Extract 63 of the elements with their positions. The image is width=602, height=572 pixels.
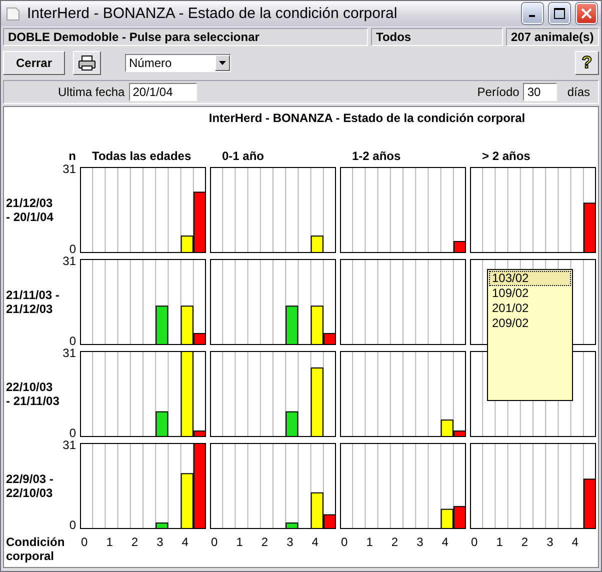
period-label: 22/9/03 - 22/10/03 xyxy=(6,472,54,500)
axis-tick-label: 3 xyxy=(416,535,424,549)
report-title: InterHerd - BONANZA - Estado de la condición corporal xyxy=(208,111,526,125)
caret-icon xyxy=(219,61,226,65)
period-label: 21/12/03 - 20/1/04 xyxy=(6,196,54,224)
close-button[interactable]: Cerrar xyxy=(3,51,65,75)
sort-dropdown[interactable]: Número xyxy=(125,54,231,72)
list-item[interactable]: 109/02 xyxy=(489,286,571,301)
axis-tick-label: 0 xyxy=(69,519,76,531)
period-label: 21/11/03 - 21/12/03 xyxy=(6,288,60,316)
close-button[interactable] xyxy=(576,3,597,24)
axis-tick-label: 1 xyxy=(495,535,504,549)
field-label: Ultima fecha xyxy=(58,85,125,99)
axis-tick-label: 1 xyxy=(235,535,244,549)
period-label: 22/10/03 - 21/11/03 xyxy=(6,380,60,408)
list-item[interactable]: 209/02 xyxy=(489,316,571,331)
status-panel: Todos xyxy=(371,28,503,46)
status-panel: 207 animale(s) xyxy=(506,28,599,46)
axis-tick-label: 31 xyxy=(62,255,76,267)
close-icon xyxy=(581,8,592,19)
period-field[interactable]: 30 xyxy=(523,83,558,101)
axis-tick-label: 3 xyxy=(286,535,294,549)
axis-tick-label: 0 xyxy=(69,335,76,347)
axis-tick-label: 3 xyxy=(156,535,164,549)
axis-tick-label: 3 xyxy=(546,535,554,549)
axis-tick-label: 2 xyxy=(390,535,400,549)
maximize-button[interactable] xyxy=(549,3,570,24)
axis-tick-label: 4 xyxy=(180,535,190,549)
axis-tick-label: 2 xyxy=(520,535,530,549)
field-label: Período xyxy=(477,85,520,99)
list-item[interactable]: 103/02 xyxy=(489,271,571,286)
axis-tick-label: 31 xyxy=(62,439,76,451)
axis-tick-label: 0 xyxy=(69,243,76,255)
document-icon xyxy=(5,6,21,22)
axis-tick-label: 31 xyxy=(62,163,76,175)
date-field[interactable]: 20/1/04 xyxy=(128,83,197,101)
axis-tick-label: 0 xyxy=(80,535,89,549)
window-title: InterHerd - BONANZA - Estado de la condición corporal xyxy=(27,5,398,22)
axis-tick-label: 0 xyxy=(470,535,479,549)
maximize-icon xyxy=(554,8,565,19)
axis-tick-label: 2 xyxy=(260,535,270,549)
column-title: > 2 años xyxy=(481,149,530,163)
axis-tick-label: 31 xyxy=(62,347,76,359)
column-title: Todas las edades xyxy=(91,149,192,163)
column-title: 0-1 año xyxy=(221,149,264,163)
axis-tick-label: 2 xyxy=(130,535,140,549)
column-title: 1-2 años xyxy=(351,149,401,163)
axis-tick-label: 1 xyxy=(105,535,114,549)
status-panel[interactable]: DOBLE Demodoble - Pulse para seleccionar xyxy=(3,28,368,46)
axis-label: n xyxy=(68,149,76,163)
axis-tick-label: 0 xyxy=(210,535,219,549)
axis-tick-label: 4 xyxy=(440,535,450,549)
minimize-button[interactable] xyxy=(522,3,543,24)
axis-tick-label: 1 xyxy=(365,535,374,549)
printer-icon xyxy=(78,55,96,71)
axis-tick-label: 0 xyxy=(69,427,76,439)
list-item[interactable]: 201/02 xyxy=(489,301,571,316)
axis-label: Condición corporal xyxy=(6,535,66,563)
axis-tick-label: 4 xyxy=(570,535,580,549)
axis-tick-label: 4 xyxy=(310,535,320,549)
axis-tick-label: 0 xyxy=(340,535,349,549)
print-button[interactable] xyxy=(73,51,101,75)
unit-label: días xyxy=(567,85,590,99)
